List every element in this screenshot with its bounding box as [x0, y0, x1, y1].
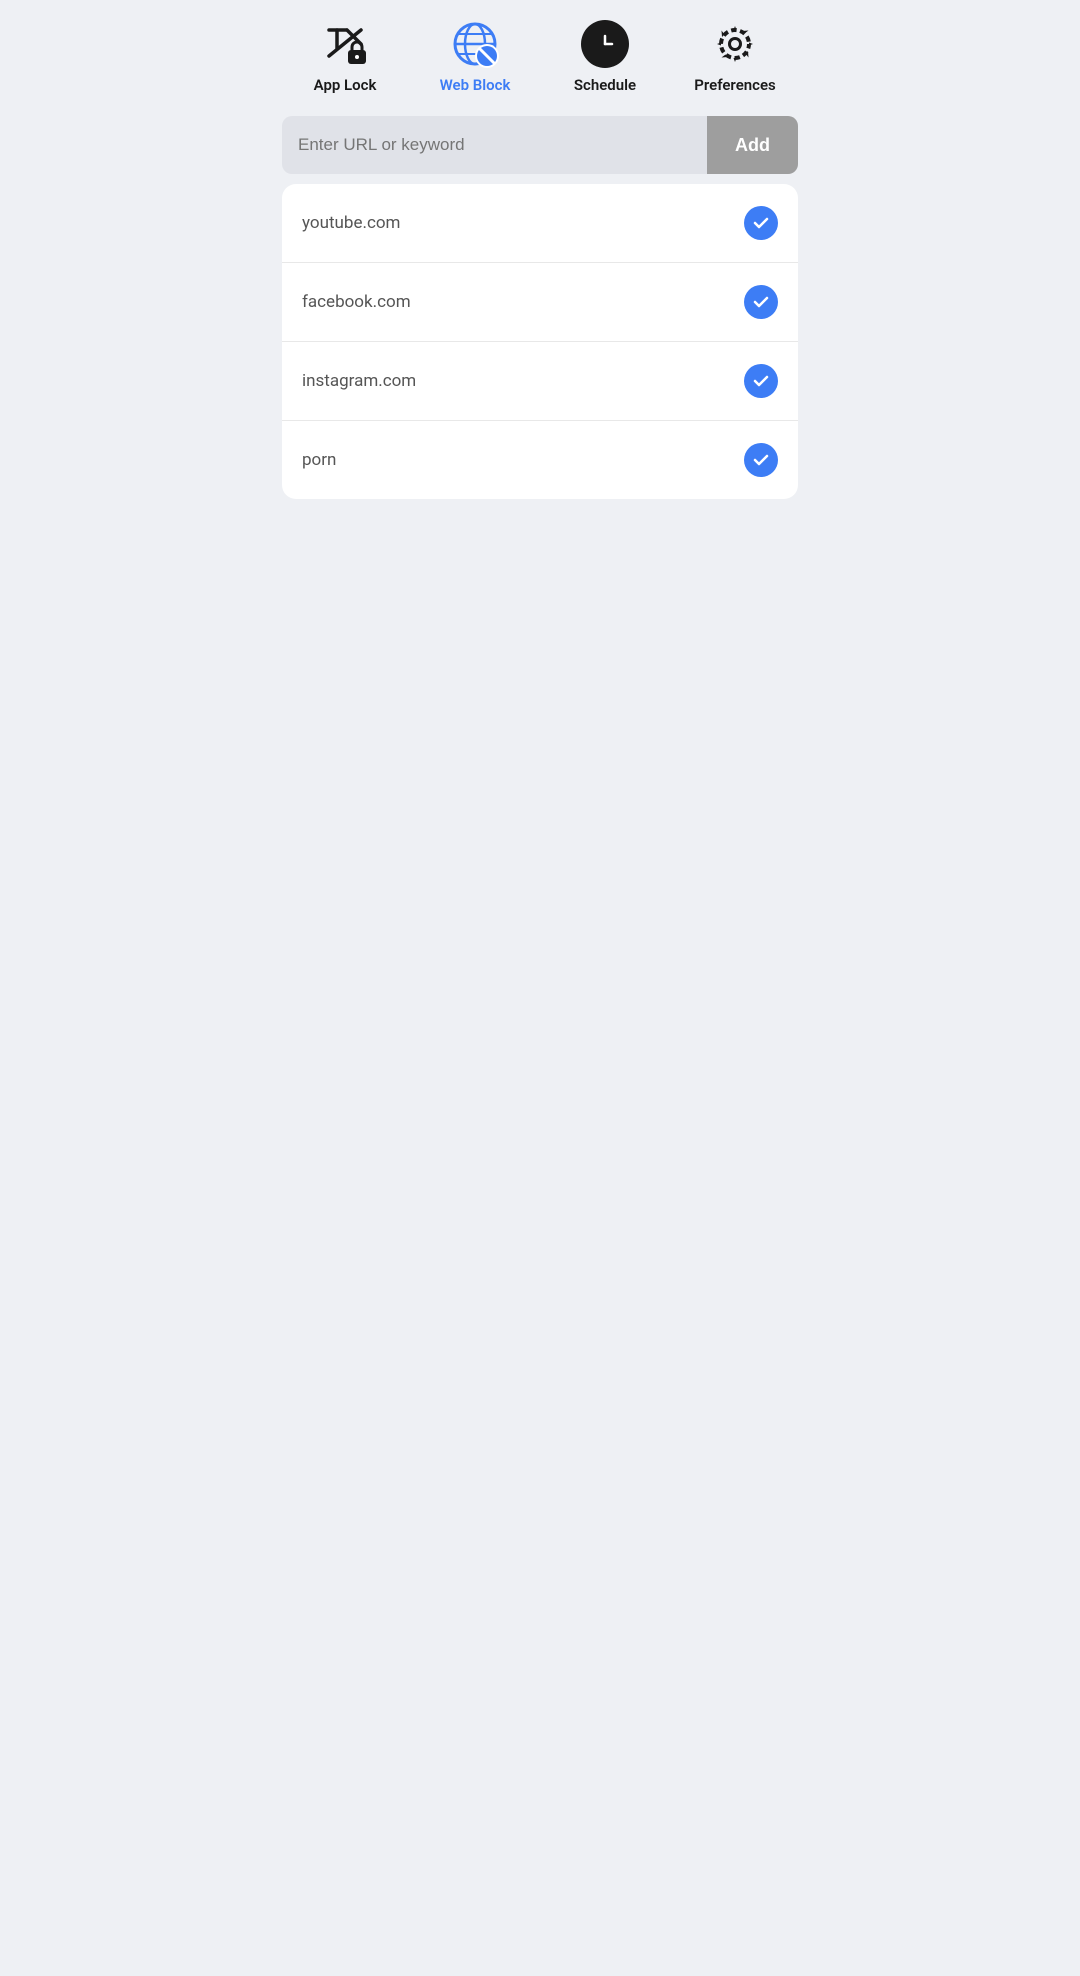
- blocked-sites-list: youtube.com facebook.com instagram.com p…: [282, 184, 798, 499]
- nav-label-schedule: Schedule: [574, 76, 636, 94]
- nav-item-app-lock[interactable]: App Lock: [280, 18, 410, 94]
- enabled-toggle-3[interactable]: [744, 443, 778, 477]
- nav-item-schedule[interactable]: Schedule: [540, 18, 670, 94]
- nav-label-app-lock: App Lock: [314, 76, 377, 94]
- app-lock-icon: [319, 18, 371, 70]
- url-keyword-input[interactable]: [282, 116, 707, 174]
- list-item[interactable]: youtube.com: [282, 184, 798, 263]
- enabled-toggle-0[interactable]: [744, 206, 778, 240]
- list-item[interactable]: facebook.com: [282, 263, 798, 342]
- search-bar-container: Add: [282, 116, 798, 174]
- list-item[interactable]: instagram.com: [282, 342, 798, 421]
- blocked-site-label: instagram.com: [302, 371, 416, 391]
- navigation-bar: App Lock Web Block: [270, 0, 810, 104]
- blocked-site-label: youtube.com: [302, 213, 400, 233]
- preferences-icon: [709, 18, 761, 70]
- list-item[interactable]: porn: [282, 421, 798, 499]
- nav-label-web-block: Web Block: [440, 76, 511, 94]
- web-block-icon: [449, 18, 501, 70]
- blocked-site-label: porn: [302, 450, 336, 470]
- blocked-site-label: facebook.com: [302, 292, 411, 312]
- nav-item-web-block[interactable]: Web Block: [410, 18, 540, 94]
- enabled-toggle-1[interactable]: [744, 285, 778, 319]
- nav-item-preferences[interactable]: Preferences: [670, 18, 800, 94]
- schedule-icon: [579, 18, 631, 70]
- add-button[interactable]: Add: [707, 116, 798, 174]
- enabled-toggle-2[interactable]: [744, 364, 778, 398]
- nav-label-preferences: Preferences: [694, 76, 776, 94]
